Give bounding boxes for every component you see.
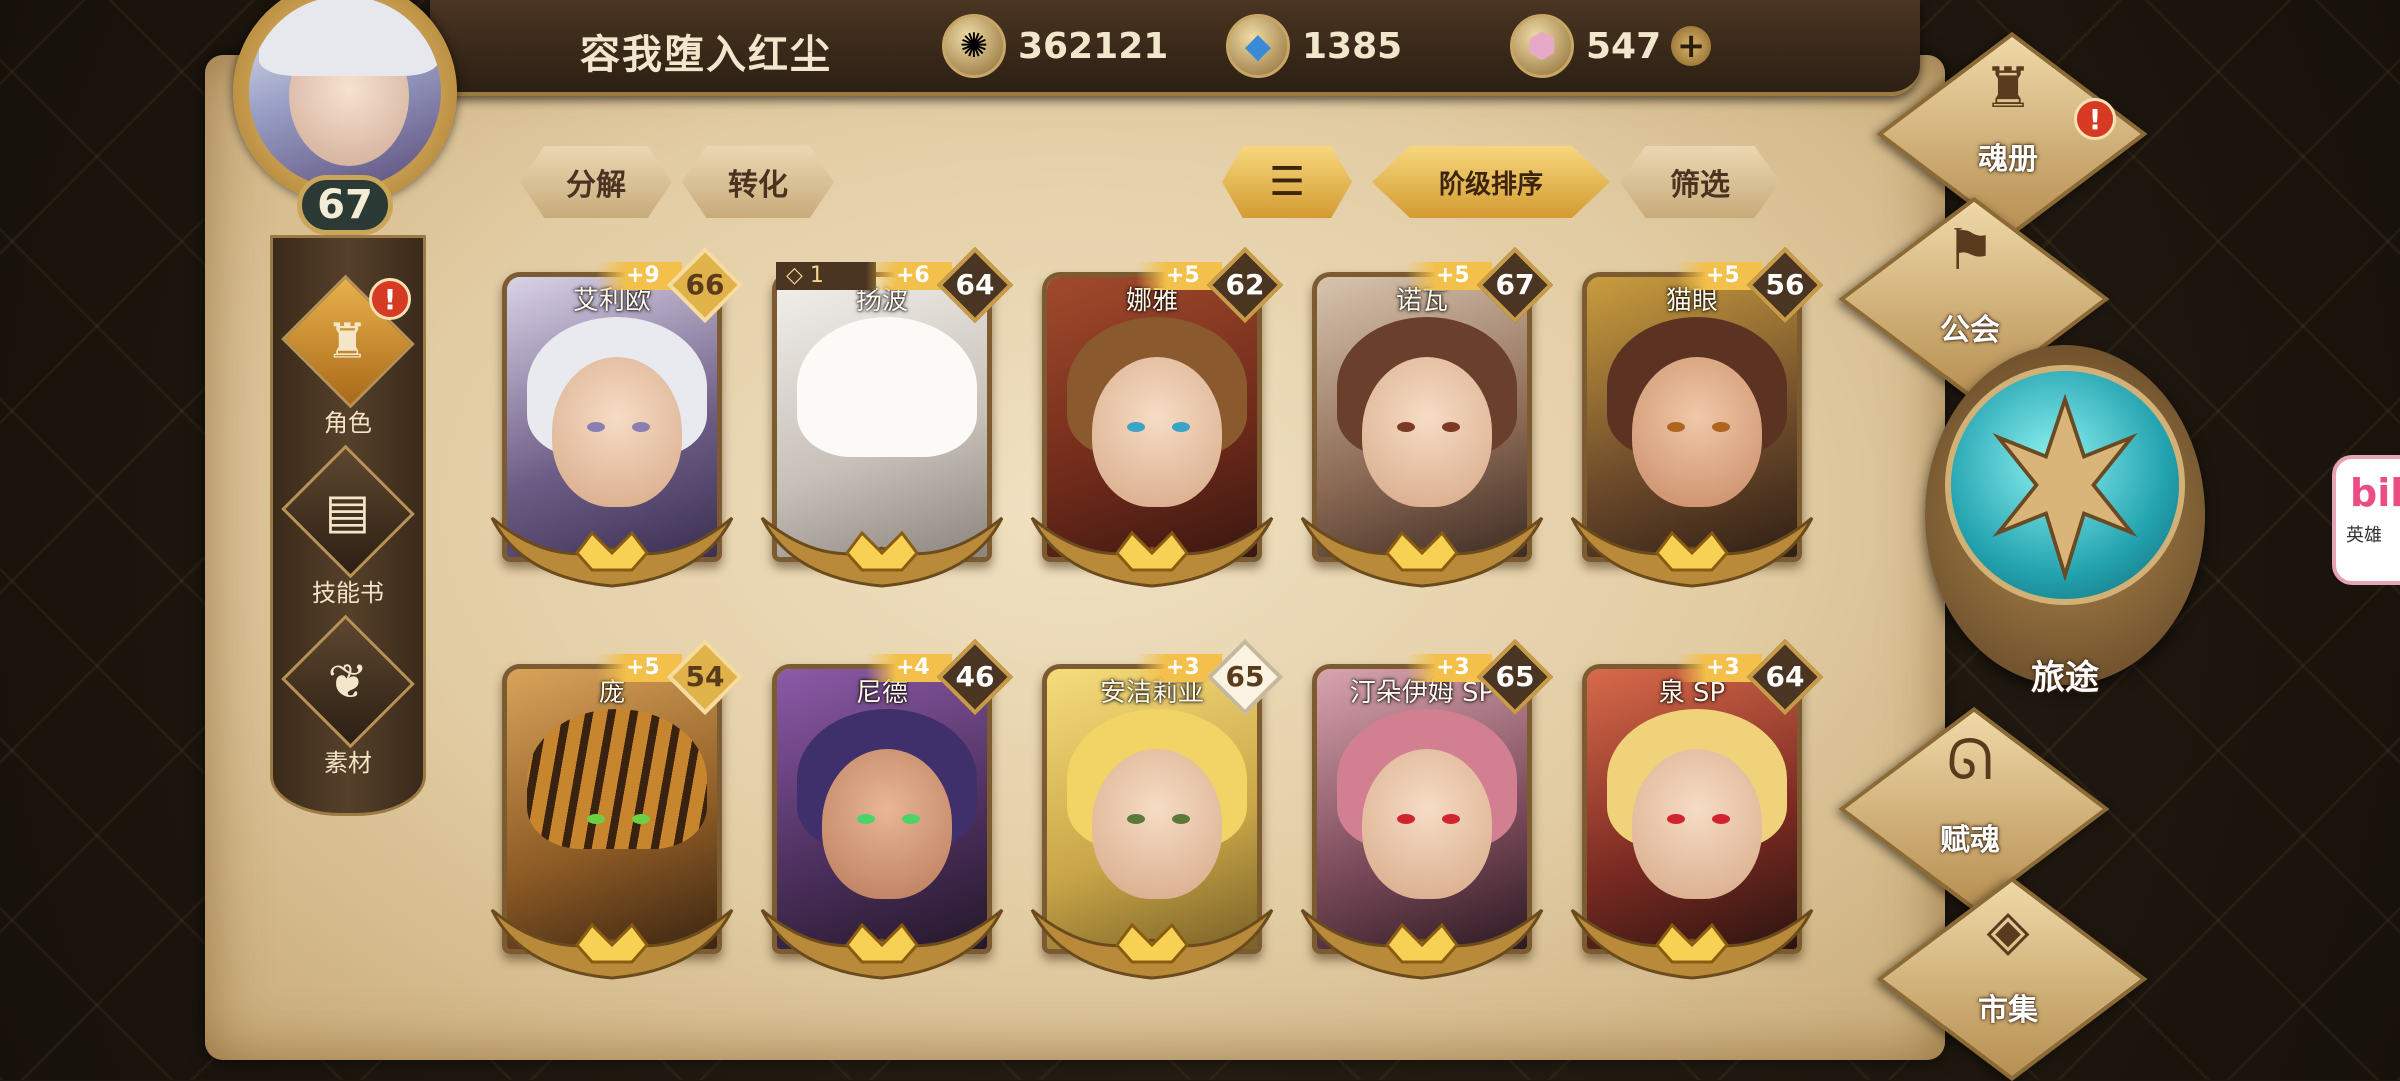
skill-book-icon: ▤ (325, 483, 371, 540)
tab-character-label: 角色 (324, 409, 372, 437)
material-icon: ❦ (327, 653, 369, 710)
hero-card[interactable]: 娜雅 +5 62 (1030, 246, 1284, 608)
blue-crystal-icon: ◆ (1226, 14, 1290, 78)
character-helmet-icon: ♜ (326, 313, 370, 370)
hero-level: 66 (685, 268, 725, 301)
soul-book-label: 魂册 (1978, 142, 2038, 177)
hero-level: 65 (1225, 660, 1265, 693)
gem-value: 547 (1586, 25, 1662, 67)
journey-emblem-icon (1945, 365, 2185, 605)
left-tab-column: ♜ 角色 ! ▤ 技能书 ❦ 素材 (270, 235, 426, 816)
soul-book-icon: ♜ (1982, 56, 2034, 121)
journey-label: 旅途 (2031, 658, 2099, 698)
gold-currency[interactable]: ✺ 362121 (942, 14, 1168, 78)
market-label: 市集 (1978, 993, 2038, 1028)
character-alert-badge: ! (369, 278, 411, 320)
hero-level: 67 (1495, 268, 1535, 301)
sort-by-tier-button[interactable]: 阶级排序 (1372, 146, 1610, 218)
diamond-icon: ◇ (786, 263, 810, 288)
decompose-button[interactable]: 分解 (520, 146, 672, 218)
hero-card[interactable]: 泉 SP +3 64 (1570, 638, 1824, 1000)
player-avatar-frame[interactable]: 67 (205, 0, 485, 240)
hero-card[interactable]: 尼德 +4 46 (760, 638, 1014, 1000)
gem-currency[interactable]: ⬢ 547 + (1510, 14, 1712, 78)
rank-wings-icon (760, 516, 1004, 588)
flame-icon: ᘏ (1946, 728, 1994, 793)
hero-level: 65 (1495, 660, 1535, 693)
bilibili-floating-badge[interactable]: bili 英雄 (2332, 455, 2400, 585)
crystal-value: 1385 (1302, 25, 1403, 67)
rank-wings-icon (1570, 908, 1814, 980)
rank-wings-icon (1300, 908, 1544, 980)
player-name: 容我堕入红尘 (580, 32, 832, 78)
hero-card[interactable]: 庞 +5 54 (490, 638, 744, 1000)
gold-value: 362121 (1018, 25, 1169, 67)
hero-card[interactable]: ◇ 1 扬波 +6 64 (760, 246, 1014, 608)
guild-banner-icon: ⚑ (1944, 218, 1996, 283)
sort-order-button[interactable]: ☰ (1222, 146, 1352, 218)
hero-card[interactable]: 安洁莉亚 +3 65 (1030, 638, 1284, 1000)
rank-wings-icon (1300, 516, 1544, 588)
rank-wings-icon (1570, 516, 1814, 588)
avatar (249, 0, 441, 188)
coin-icon: ✺ (942, 14, 1006, 78)
pink-gem-icon: ⬢ (1510, 14, 1574, 78)
player-level-badge: 67 (297, 175, 393, 235)
sort-lines-icon: ☰ (1269, 159, 1305, 205)
hero-level: 62 (1225, 268, 1265, 301)
bilibili-logo: bili (2350, 471, 2400, 515)
filter-button[interactable]: 筛选 (1620, 146, 1780, 218)
hero-card[interactable]: 猫眼 +5 56 (1570, 246, 1824, 608)
tab-material[interactable]: ❦ 素材 (273, 614, 423, 778)
hero-level: 54 (685, 660, 725, 693)
rank-wings-icon (490, 516, 734, 588)
tab-skill-book-label: 技能书 (312, 579, 384, 607)
hero-card[interactable]: 诺瓦 +5 67 (1300, 246, 1554, 608)
gem-market-icon: ◈ (1986, 898, 2030, 963)
hero-extra-tag: ◇ 1 (776, 262, 876, 290)
tab-skill-book[interactable]: ▤ 技能书 (273, 444, 423, 608)
hero-card[interactable]: 艾利欧 +9 66 (490, 246, 744, 608)
crystal-currency[interactable]: ◆ 1385 (1226, 14, 1402, 78)
tab-material-label: 素材 (324, 749, 372, 777)
add-gem-button[interactable]: + (1671, 26, 1712, 66)
hero-level: 46 (955, 660, 995, 693)
hero-card[interactable]: 汀朵伊姆 SP +3 65 (1300, 638, 1554, 1000)
soul-book-alert-badge: ! (2074, 98, 2116, 140)
bilibili-caption: 英雄 (2346, 525, 2382, 546)
hero-level: 56 (1765, 268, 1805, 301)
rank-wings-icon (490, 908, 734, 980)
rank-wings-icon (760, 908, 1004, 980)
rank-wings-icon (1030, 908, 1274, 980)
guild-label: 公会 (1940, 313, 2000, 348)
hero-level: 64 (955, 268, 995, 301)
rank-wings-icon (1030, 516, 1274, 588)
hero-level: 64 (1765, 660, 1805, 693)
convert-button[interactable]: 转化 (682, 146, 834, 218)
soul-grant-label: 赋魂 (1940, 823, 2000, 858)
